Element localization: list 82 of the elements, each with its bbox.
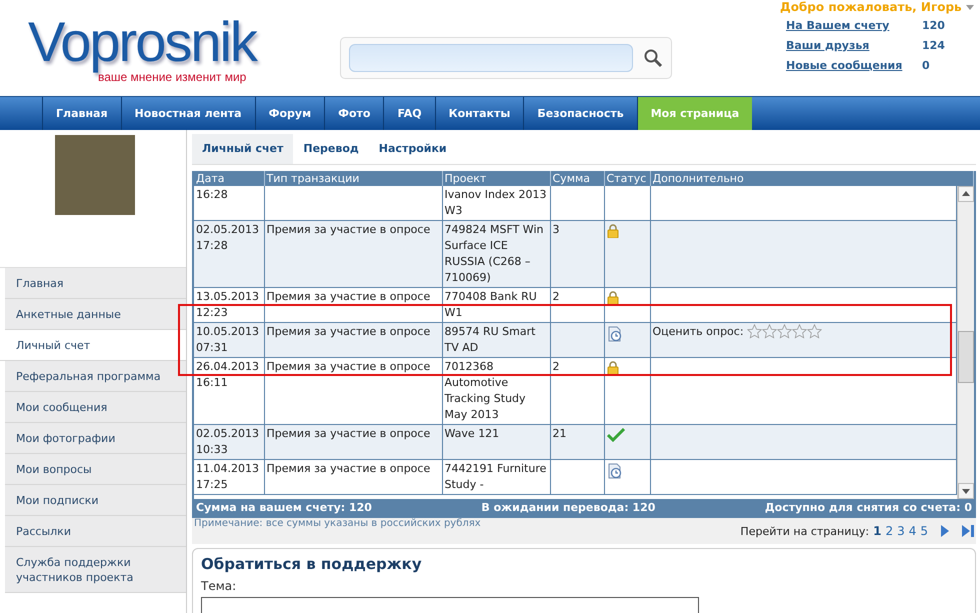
project-cell: 770408 Bank RU W1 xyxy=(442,288,550,322)
next-page-icon[interactable] xyxy=(940,525,950,537)
pagination-label: Перейти на страницу: xyxy=(740,524,870,538)
type-cell: Премия за участие в опросе xyxy=(264,460,442,494)
page-link[interactable]: 1 xyxy=(873,524,882,538)
scrollbar[interactable] xyxy=(957,186,974,499)
total-text: В ожидании перевода: 120 xyxy=(481,500,656,516)
stat-link[interactable]: На Вашем счету xyxy=(786,19,922,34)
column-header[interactable]: Проект xyxy=(442,171,550,186)
stat-value: 0 xyxy=(922,59,930,74)
star-icon[interactable] xyxy=(806,324,822,339)
stat-link[interactable]: Новые сообщения xyxy=(786,59,922,74)
subject-label: Тема: xyxy=(201,579,238,593)
column-header[interactable]: Статус xyxy=(604,171,650,186)
sidebar-item[interactable]: Мои сообщения xyxy=(5,392,186,423)
column-header[interactable]: Тип транзакции xyxy=(264,171,442,186)
page-link[interactable]: 5 xyxy=(920,524,928,538)
amount-cell: 2 xyxy=(550,358,604,424)
nav-tab[interactable]: Форум xyxy=(254,97,324,130)
date-cell: 26.04.2013 16:11 xyxy=(194,358,264,424)
amount-cell: 3 xyxy=(550,220,604,288)
column-header[interactable]: Дополнительно xyxy=(650,171,974,186)
sidebar-item[interactable]: Мои фотографии xyxy=(5,423,186,454)
search-icon[interactable] xyxy=(643,48,663,68)
date-cell: 02.05.2013 10:33 xyxy=(194,424,264,460)
page-link[interactable]: 3 xyxy=(897,524,905,538)
tab[interactable]: Перевод xyxy=(293,134,369,164)
search-field[interactable] xyxy=(349,44,633,72)
sidebar-item[interactable]: Мои подписки xyxy=(5,485,186,516)
type-cell: Премия за участие в опросе xyxy=(264,424,442,460)
page-link[interactable]: 2 xyxy=(885,524,894,538)
nav-tab[interactable]: Новостная лента xyxy=(120,97,255,130)
nav-tab[interactable]: Контакты xyxy=(434,97,524,130)
star-icon[interactable] xyxy=(776,324,792,339)
support-title: Обратиться в поддержку xyxy=(201,555,423,573)
page-link[interactable]: 4 xyxy=(908,524,916,538)
project-cell: Wave 121 xyxy=(442,424,550,460)
sidebar-item[interactable]: Анкетные данные xyxy=(5,299,186,330)
date-cell: 16:28 xyxy=(194,186,264,220)
sidebar-item[interactable]: Рассылки xyxy=(5,516,186,547)
date-cell: 10.05.2013 07:31 xyxy=(194,322,264,358)
star-icon[interactable] xyxy=(762,324,777,339)
nav-tab[interactable]: FAQ xyxy=(383,97,435,130)
last-page-icon[interactable] xyxy=(962,525,974,537)
date-cell: 02.05.2013 17:28 xyxy=(194,220,264,288)
sidebar-item[interactable]: Реферальная программа xyxy=(5,361,186,392)
type-cell: Премия за участие в опросе xyxy=(264,288,442,322)
total-text: Доступно для снятия со счета: 0 xyxy=(764,500,972,516)
tab[interactable]: Личный счет xyxy=(192,134,294,164)
stat-value: 124 xyxy=(922,39,945,54)
sidebar-item[interactable]: Служба поддержки участников проекта xyxy=(5,547,186,593)
project-cell: 7012368 Automotive Tracking Study May 2013 xyxy=(442,358,550,424)
sidebar-item[interactable]: Мои вопросы xyxy=(5,454,186,485)
column-header[interactable]: Сумма xyxy=(550,171,604,186)
scroll-up-icon[interactable] xyxy=(958,186,974,202)
caret-icon[interactable] xyxy=(966,4,974,10)
amount-cell: 21 xyxy=(550,424,604,460)
scroll-down-icon[interactable] xyxy=(958,483,974,499)
project-cell: 7442191 Furniture Study - xyxy=(442,460,550,494)
stat-value: 120 xyxy=(922,19,945,34)
rating-label: Оценить опрос: xyxy=(652,325,744,338)
date-cell: 11.04.2013 17:25 xyxy=(194,460,264,494)
nav-tab[interactable]: Главная xyxy=(42,97,121,130)
note-text: Примечание: все суммы указаны в российских рублях xyxy=(194,518,481,529)
project-cell: Ivanov Index 2013 W3 xyxy=(442,186,550,220)
column-header[interactable]: Дата xyxy=(194,171,264,186)
project-cell: 89574 RU Smart TV AD xyxy=(442,322,550,358)
type-cell: Премия за участие в опросе xyxy=(264,220,442,288)
date-cell: 13.05.2013 12:23 xyxy=(194,288,264,322)
star-icon[interactable] xyxy=(792,324,807,339)
star-icon[interactable] xyxy=(746,324,762,339)
logo-wordmark[interactable]: Voprosnik xyxy=(28,12,300,72)
type-cell: Премия за участие в опросе xyxy=(264,358,442,424)
total-text: Сумма на вашем счету: 120 xyxy=(196,500,372,516)
type-cell: Премия за участие в опросе xyxy=(264,322,442,358)
nav-tab[interactable]: Фото xyxy=(324,97,384,130)
sidebar-item[interactable]: Главная xyxy=(5,268,186,299)
tab[interactable]: Настройки xyxy=(368,134,457,164)
project-cell: 749824 MSFT Win Surface ICE RUSSIA (C268 – 710069) xyxy=(442,220,550,288)
scrollbar-thumb[interactable] xyxy=(958,331,974,383)
amount-cell: 2 xyxy=(550,288,604,322)
stat-link[interactable]: Ваши друзья xyxy=(786,39,922,54)
